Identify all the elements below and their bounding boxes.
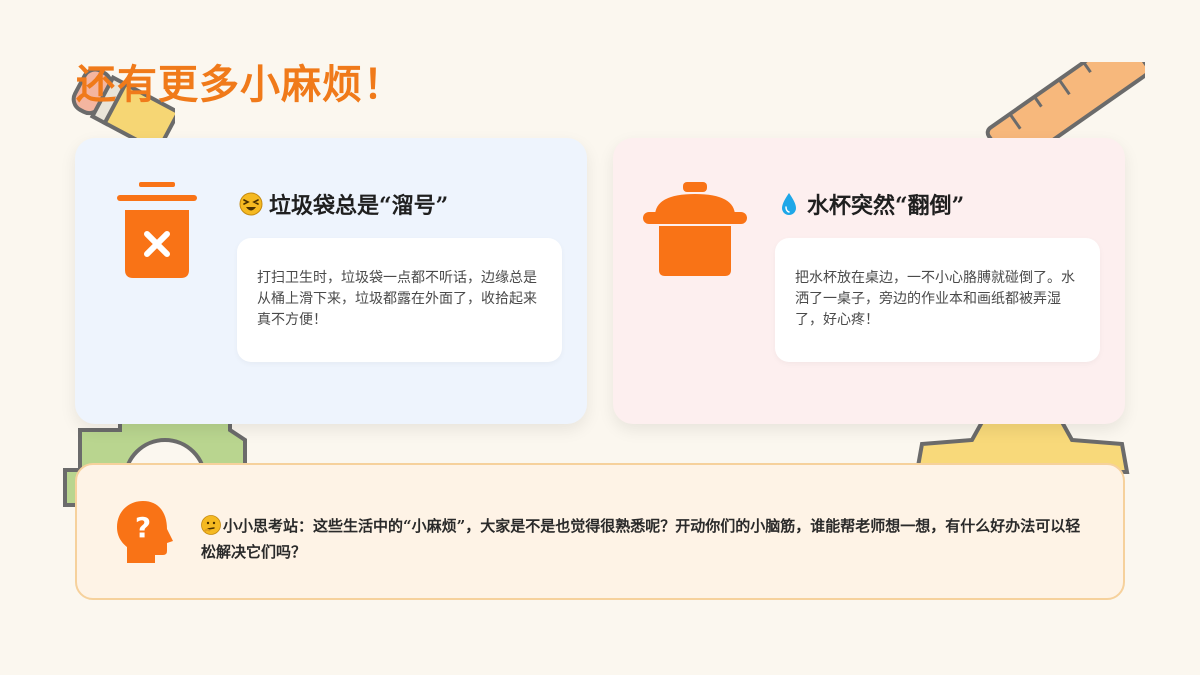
card-heading-text: 垃圾袋总是“溜号” (269, 193, 449, 219)
pot-icon (643, 182, 747, 276)
head-question-icon: ? (117, 501, 173, 563)
card-heading: 垃圾袋总是“溜号” (239, 188, 448, 220)
thinking-station-box: ? 小小思考站：这些生活中的“小麻烦”，大家是不是也觉得很熟悉呢？开动你们的小脑… (75, 463, 1125, 600)
thinking-station-message: 小小思考站：这些生活中的“小麻烦”，大家是不是也觉得很熟悉呢？开动你们的小脑筋，… (201, 517, 1081, 561)
card-heading-text: 水杯突然“翻倒” (807, 193, 965, 219)
svg-text:?: ? (135, 511, 151, 544)
thinking-station-text: 小小思考站：这些生活中的“小麻烦”，大家是不是也觉得很熟悉呢？开动你们的小脑筋，… (201, 513, 1091, 565)
water-drop-icon (782, 193, 796, 215)
page-title: 还有更多小麻烦！ (76, 61, 404, 108)
card-heading: 水杯突然“翻倒” (777, 188, 964, 220)
problem-card-cup: 水杯突然“翻倒” 把水杯放在桌边，一不小心胳膊就碰倒了。水洒了一桌子，旁边的作业… (613, 138, 1125, 424)
trash-bin-icon (117, 182, 197, 278)
card-description: 打扫卫生时，垃圾袋一点都不听话，边缘总是从桶上滑下来，垃圾都露在外面了，收拾起来… (237, 238, 562, 362)
problem-card-trash-bag: 垃圾袋总是“溜号” 打扫卫生时，垃圾袋一点都不听话，边缘总是从桶上滑下来，垃圾都… (75, 138, 587, 424)
thinking-face-icon (201, 515, 221, 535)
tired-face-icon (239, 192, 263, 216)
card-description: 把水杯放在桌边，一不小心胳膊就碰倒了。水洒了一桌子，旁边的作业本和画纸都被弄湿了… (775, 238, 1100, 362)
